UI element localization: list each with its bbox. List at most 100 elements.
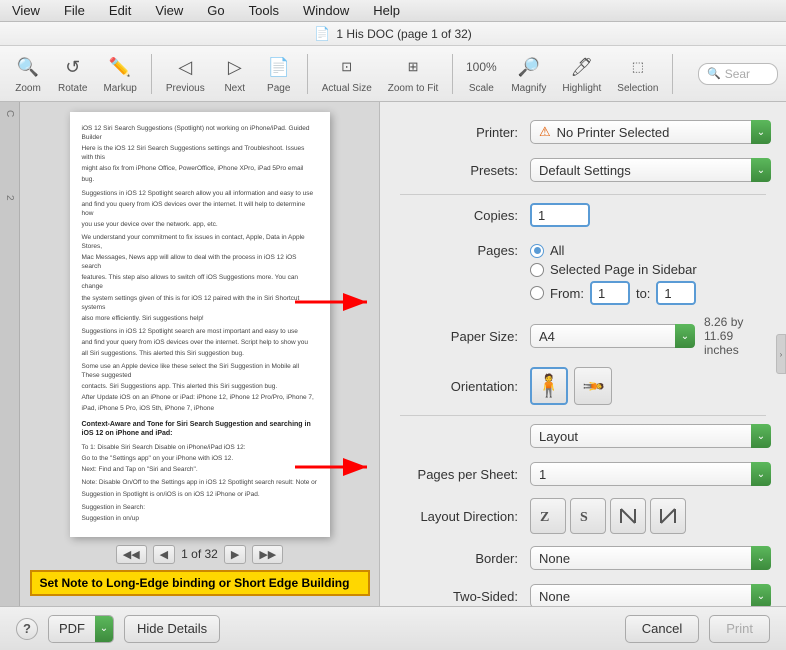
pdf-button[interactable]: PDF ⌄ [48, 615, 114, 643]
layout-dir-z[interactable]: Z [530, 498, 566, 534]
from-to-row: From: to: [550, 281, 696, 305]
doc-line-3: might also fix from iPhone Office, Power… [82, 164, 318, 173]
markup-icon: ✏️ [106, 53, 134, 81]
presets-label: Presets: [400, 163, 530, 178]
doc-line-19: iPad, iPhone 5 Pro, iOS 5th, iPhone 7, i… [82, 404, 318, 413]
separator-1 [151, 54, 152, 94]
menu-window[interactable]: Window [299, 3, 353, 18]
search-icon: 🔍 [707, 67, 721, 80]
titlebar: 📄 1 His DOC (page 1 of 32) [0, 22, 786, 46]
two-sided-value: None [539, 589, 751, 604]
menu-edit[interactable]: Edit [105, 3, 135, 18]
menu-file[interactable]: File [60, 3, 89, 18]
paper-size-dropdown[interactable]: A4 ⌄ [530, 324, 690, 348]
toolbar-markup[interactable]: ✏️ Markup [97, 53, 142, 94]
toolbar-actual-size[interactable]: ⊡ Actual Size [316, 53, 378, 94]
pages-row: Pages: All Selected Page in Sidebar Fro [400, 239, 766, 305]
pages-per-sheet-label: Pages per Sheet: [400, 467, 530, 482]
presets-value: Default Settings [539, 163, 751, 178]
border-control: None ⌄ [530, 546, 766, 570]
layout-dir-n2[interactable] [650, 498, 686, 534]
cancel-button[interactable]: Cancel [625, 615, 699, 643]
selection-icon: ⬚ [624, 53, 652, 81]
previous-label: Previous [166, 83, 205, 94]
menu-tools[interactable]: Tools [245, 3, 283, 18]
two-sided-control: None ⌄ [530, 584, 766, 606]
red-arrow-1 [295, 287, 375, 320]
print-button[interactable]: Print [709, 615, 770, 643]
help-button[interactable]: ? [16, 618, 38, 640]
border-dropdown[interactable]: None ⌄ [530, 546, 766, 570]
toolbar-next[interactable]: ▷ Next [215, 53, 255, 94]
pages-per-sheet-control: 1 ⌄ [530, 462, 766, 486]
doc-preview: iOS 12 Siri Search Suggestions (Spotligh… [70, 112, 330, 537]
divider-2 [400, 415, 766, 416]
to-input[interactable] [656, 281, 696, 305]
right-collapse-btn[interactable]: › [776, 334, 786, 374]
landscape-btn[interactable]: 🧍 [574, 367, 612, 405]
toolbar-magnify[interactable]: 🔎 Magnify [505, 53, 552, 94]
doc-line-20: To 1: Disable Siri Search Disable on iPh… [82, 443, 318, 452]
layout-dir-n[interactable] [610, 498, 646, 534]
layout-dir-s[interactable]: S [570, 498, 606, 534]
last-page-btn[interactable]: ▶▶ [252, 545, 283, 564]
page-label: Page [267, 83, 290, 94]
menu-view2[interactable]: View [151, 3, 187, 18]
pages-range-radio[interactable] [530, 286, 544, 300]
doc-line-10: features. This step also allows to switc… [82, 273, 318, 291]
toolbar: 🔍 Zoom ↺ Rotate ✏️ Markup ◁ Previous ▷ N… [0, 46, 786, 102]
layout-direction-control: Z S [530, 498, 766, 534]
layout-dropdown[interactable]: Layout ⌄ [530, 424, 766, 448]
doc-line-2: Here is the iOS 12 Siri Search Suggestio… [82, 144, 318, 162]
toolbar-zoom-fit[interactable]: ⊞ Zoom to Fit [382, 53, 445, 94]
presets-row: Presets: Default Settings ⌄ [400, 156, 766, 184]
doc-line-1: iOS 12 Siri Search Suggestions (Spotligh… [82, 124, 318, 142]
two-sided-arrow-icon: ⌄ [751, 584, 771, 606]
pdf-button-label: PDF [49, 616, 95, 642]
toolbar-scale[interactable]: 100% Scale [461, 53, 501, 94]
pages-all-row[interactable]: All [530, 243, 697, 258]
separator-4 [672, 54, 673, 94]
two-sided-dropdown[interactable]: None ⌄ [530, 584, 766, 606]
separator-2 [307, 54, 308, 94]
right-panel: Printer: ⚠ No Printer Selected ⌄ Presets… [380, 102, 786, 606]
pages-per-sheet-dropdown[interactable]: 1 ⌄ [530, 462, 766, 486]
copies-row: Copies: [400, 201, 766, 229]
menu-view[interactable]: View [8, 3, 44, 18]
from-input[interactable] [590, 281, 630, 305]
hide-details-button[interactable]: Hide Details [124, 615, 220, 643]
pages-range-row[interactable]: From: to: [530, 281, 697, 305]
prev-page-btn[interactable]: ◀ [153, 545, 175, 564]
layout-control: Layout ⌄ [530, 424, 766, 448]
portrait-btn[interactable]: 🧍 [530, 367, 568, 405]
layout-value: Layout [539, 429, 751, 444]
toolbar-previous[interactable]: ◁ Previous [160, 53, 211, 94]
page-icon: 📄 [265, 53, 293, 81]
printer-dropdown[interactable]: ⚠ No Printer Selected ⌄ [530, 120, 766, 144]
actual-size-icon: ⊡ [333, 53, 361, 81]
pages-per-sheet-arrow-icon: ⌄ [751, 462, 771, 486]
menu-help[interactable]: Help [369, 3, 404, 18]
copies-input[interactable] [530, 203, 590, 227]
toolbar-selection[interactable]: ⬚ Selection [611, 53, 664, 94]
toolbar-rotate[interactable]: ↺ Rotate [52, 53, 93, 94]
pages-all-radio[interactable] [530, 244, 544, 258]
next-page-btn[interactable]: ▶ [224, 545, 246, 564]
pages-sidebar-radio[interactable] [530, 263, 544, 277]
toolbar-zoom[interactable]: 🔍 Zoom [8, 53, 48, 94]
page-indicator: 1 of 32 [181, 547, 218, 561]
pdf-dropdown-arrow[interactable]: ⌄ [95, 616, 113, 642]
menu-go[interactable]: Go [203, 3, 228, 18]
doc-line-9: Mac Messages, News app will allow to dea… [82, 253, 318, 271]
annotation-text: Set Note to Long-Edge binding or Short E… [40, 576, 350, 590]
magnify-icon: 🔎 [515, 53, 543, 81]
doc-heading-1: Context-Aware and Tone for Siri Search S… [82, 420, 318, 440]
selection-label: Selection [617, 83, 658, 94]
toolbar-page[interactable]: 📄 Page [259, 53, 299, 94]
landscape-icon: 🧍 [582, 375, 603, 397]
pages-sidebar-row[interactable]: Selected Page in Sidebar [530, 262, 697, 277]
toolbar-highlight[interactable]: 🖊 Highlight [556, 53, 607, 94]
presets-dropdown[interactable]: Default Settings ⌄ [530, 158, 766, 182]
first-page-btn[interactable]: ◀◀ [116, 545, 147, 564]
search-box[interactable]: 🔍 Sear [698, 63, 778, 85]
